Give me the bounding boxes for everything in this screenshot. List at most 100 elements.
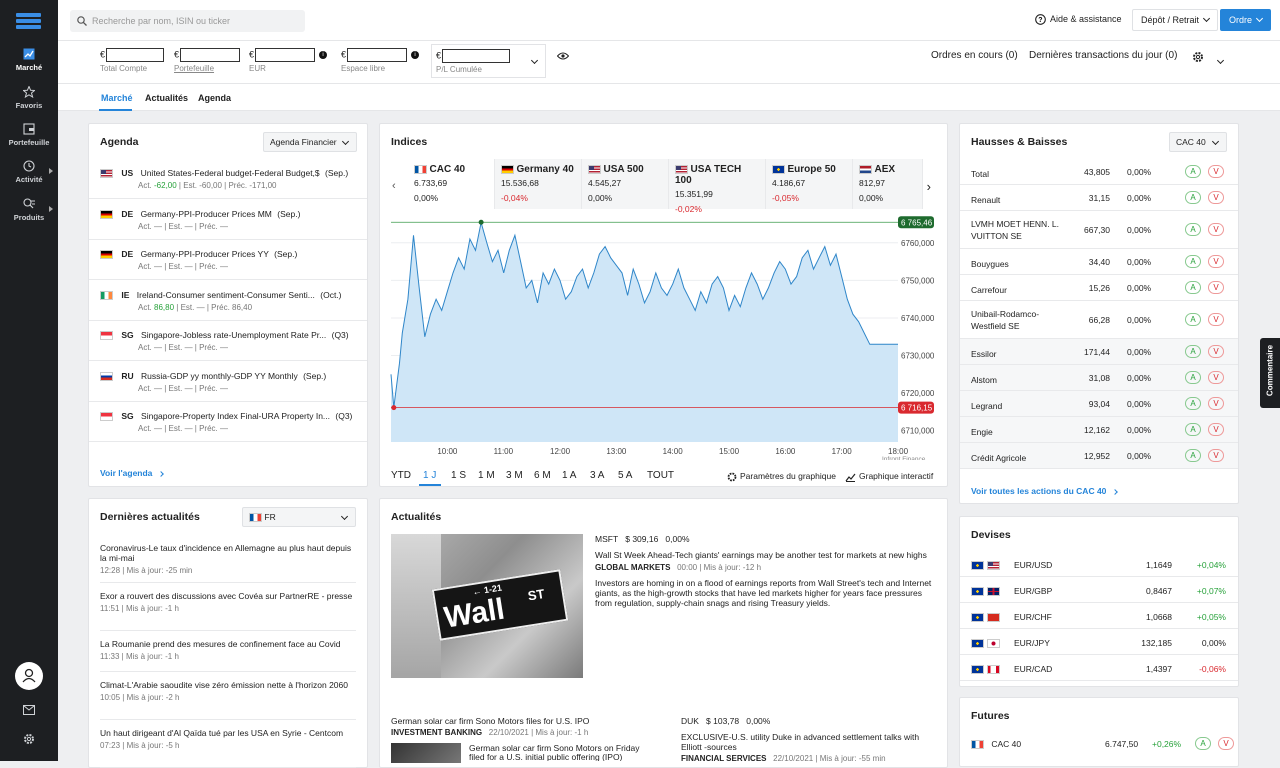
mover-row[interactable]: Engie 12,162 0,00% A V xyxy=(960,417,1238,443)
currency-row[interactable]: EUR/CHF 1,0668 +0,05% xyxy=(960,603,1238,629)
buy-button[interactable]: A xyxy=(1185,165,1201,178)
index-dropdown[interactable]: CAC 40 xyxy=(1169,132,1227,152)
mover-row[interactable]: Total 43,805 0,00% A V xyxy=(960,159,1238,185)
mover-row[interactable]: Unibail-Rodamco-Westfield SE 66,28 0,00%… xyxy=(960,301,1238,339)
info-icon[interactable]: i xyxy=(319,51,328,59)
agenda-item[interactable]: DE Germany-PPI-Producer Prices MM (Sep.)… xyxy=(89,200,367,240)
news-list-item[interactable]: Coronavirus-Le taux d'incidence en Allem… xyxy=(100,535,356,583)
chart-settings-button[interactable]: Paramètres du graphique xyxy=(727,471,836,482)
chevron-down-icon[interactable] xyxy=(1216,56,1225,65)
open-orders-link[interactable]: Ordres en cours (0) xyxy=(931,50,1018,61)
interactive-chart-button[interactable]: Graphique interactif xyxy=(845,471,933,482)
news-list-item[interactable]: Climat-L'Arabie saoudite vise zéro émiss… xyxy=(100,672,356,720)
sidebar-item-portefeuille[interactable]: Portefeuille xyxy=(0,123,58,147)
mover-row[interactable]: Alstom 31,08 0,00% A V xyxy=(960,365,1238,391)
pl-field[interactable]: € P/L Cumulée xyxy=(431,44,546,78)
language-dropdown[interactable]: FR xyxy=(242,507,356,527)
currency-row[interactable]: EUR/CAD 1,4397 -0,06% xyxy=(960,655,1238,681)
order-button[interactable]: Ordre xyxy=(1220,9,1272,31)
buy-button[interactable]: A xyxy=(1185,423,1201,436)
next-index-arrow[interactable]: › xyxy=(927,179,931,194)
sell-button[interactable]: V xyxy=(1208,449,1224,462)
view-agenda-link[interactable]: Voir l'agenda xyxy=(100,468,164,478)
buy-button[interactable]: A xyxy=(1185,313,1201,326)
period-4[interactable]: 3 M xyxy=(506,470,523,481)
buy-button[interactable]: A xyxy=(1185,449,1201,462)
futures-row[interactable]: CAC 40 6.747,50 +0,26% A V xyxy=(971,737,1234,750)
agenda-item[interactable]: IE Ireland-Consumer sentiment-Consumer S… xyxy=(89,281,367,321)
sell-button[interactable]: V xyxy=(1208,345,1224,358)
portfolio-link[interactable]: Portefeuille xyxy=(174,64,240,73)
period-5[interactable]: 6 M xyxy=(534,470,551,481)
period-6[interactable]: 1 A xyxy=(562,470,576,481)
currency-row[interactable]: EUR/GBP 0,8467 +0,07% xyxy=(960,577,1238,603)
mover-row[interactable]: Crédit Agricole 12,952 0,00% A V xyxy=(960,443,1238,469)
sidebar-item-favoris[interactable]: Favoris xyxy=(0,86,58,110)
sell-button[interactable]: V xyxy=(1208,223,1224,236)
sell-button[interactable]: V xyxy=(1208,191,1224,204)
sidebar-item-activite[interactable]: Activité xyxy=(0,160,58,184)
agenda-item[interactable]: RU Russia-GDP yy monthly-GDP YY Monthly … xyxy=(89,362,367,402)
buy-button[interactable]: A xyxy=(1185,255,1201,268)
mover-row[interactable]: Renault 31,15 0,00% A V xyxy=(960,185,1238,211)
sell-button[interactable]: V xyxy=(1218,737,1234,750)
sidebar-item-marche[interactable]: Marché xyxy=(0,48,58,72)
mover-row[interactable]: Legrand 93,04 0,00% A V xyxy=(960,391,1238,417)
news-list-item[interactable]: La Roumanie prend des mesures de confine… xyxy=(100,631,356,672)
agenda-item[interactable]: SG Singapore-Property Index Final-URA Pr… xyxy=(89,402,367,442)
sell-button[interactable]: V xyxy=(1208,397,1224,410)
mover-row[interactable]: Carrefour 15,26 0,00% A V xyxy=(960,275,1238,301)
gear-icon[interactable] xyxy=(1192,51,1204,63)
agenda-type-dropdown[interactable]: Agenda Financier xyxy=(263,132,357,152)
sell-button[interactable]: V xyxy=(1208,313,1224,326)
sell-button[interactable]: V xyxy=(1208,255,1224,268)
news-item[interactable]: DUK $ 103,78 0,00% EXCLUSIVE-U.S. utilit… xyxy=(681,716,931,763)
headline[interactable]: German solar car firm Sono Motors files … xyxy=(391,716,661,726)
search-input[interactable]: Recherche par nom, ISIN ou ticker xyxy=(70,10,305,32)
index-tab[interactable]: CAC 40 6.733,69 0,00% xyxy=(408,159,495,209)
feature-article[interactable]: MSFT $ 309,16 0,00% Wall St Week Ahead-T… xyxy=(595,534,935,608)
buy-button[interactable]: A xyxy=(1185,223,1201,236)
sell-button[interactable]: V xyxy=(1208,423,1224,436)
info-icon[interactable]: i xyxy=(411,51,420,59)
help-button[interactable]: ? Aide & assistance xyxy=(1035,14,1122,25)
gear-icon[interactable] xyxy=(23,733,35,745)
index-tab[interactable]: Europe 50 4.186,67 -0,05% xyxy=(766,159,853,209)
news-item[interactable]: German solar car firm Sono Motors files … xyxy=(391,716,661,763)
period-8[interactable]: 5 A xyxy=(618,470,632,481)
transactions-link[interactable]: Dernières transactions du jour (0) xyxy=(1029,50,1177,61)
prev-index-arrow[interactable]: ‹ xyxy=(392,180,396,192)
headline[interactable]: Wall St Week Ahead-Tech giants' earnings… xyxy=(595,550,935,560)
mover-row[interactable]: LVMH MOET HENN. L. VUITTON SE 667,30 0,0… xyxy=(960,211,1238,249)
buy-button[interactable]: A xyxy=(1185,191,1201,204)
mover-row[interactable]: Essilor 171,44 0,00% A V xyxy=(960,339,1238,365)
buy-button[interactable]: A xyxy=(1185,371,1201,384)
buy-button[interactable]: A xyxy=(1185,397,1201,410)
news-list-item[interactable]: Exor a rouvert des discussions avec Cové… xyxy=(100,583,356,631)
period-9[interactable]: TOUT xyxy=(647,470,674,481)
sell-button[interactable]: V xyxy=(1208,371,1224,384)
index-tab[interactable]: AEX 812,97 0,00% xyxy=(853,159,923,209)
agenda-item[interactable]: DE Germany-PPI-Producer Prices YY (Sep.)… xyxy=(89,240,367,280)
comment-side-tab[interactable]: Commentaire xyxy=(1260,338,1280,408)
portfolio-field[interactable]: € Portefeuille xyxy=(174,48,241,73)
buy-button[interactable]: A xyxy=(1185,281,1201,294)
period-1[interactable]: 1 J xyxy=(423,470,436,481)
eye-icon[interactable] xyxy=(557,52,569,60)
agenda-item[interactable]: SG Singapore-Jobless rate-Unemployment R… xyxy=(89,321,367,361)
mail-icon[interactable] xyxy=(23,705,35,715)
view-all-stocks-link[interactable]: Voir toutes les actions du CAC 40 xyxy=(971,486,1118,496)
currency-row[interactable]: EUR/USD 1,1649 +0,04% xyxy=(960,551,1238,577)
app-logo[interactable] xyxy=(16,13,41,29)
sell-button[interactable]: V xyxy=(1208,281,1224,294)
agenda-item[interactable]: US United States-Federal budget-Federal … xyxy=(89,159,367,199)
tab-actualites[interactable]: Actualités xyxy=(145,93,188,103)
period-7[interactable]: 3 A xyxy=(590,470,604,481)
headline[interactable]: EXCLUSIVE-U.S. utility Duke in advanced … xyxy=(681,732,931,752)
period-0[interactable]: YTD xyxy=(391,470,411,481)
index-tab[interactable]: USA TECH 100 15.351,99 -0,02% xyxy=(669,159,766,214)
deposit-withdraw-button[interactable]: Dépôt / Retrait xyxy=(1132,9,1219,31)
avatar[interactable] xyxy=(15,662,43,690)
sidebar-item-produits[interactable]: Produits xyxy=(0,198,58,222)
index-chart[interactable]: 6710,000 6720,000 6730,000 6740,000 6750,000… xyxy=(380,216,947,460)
